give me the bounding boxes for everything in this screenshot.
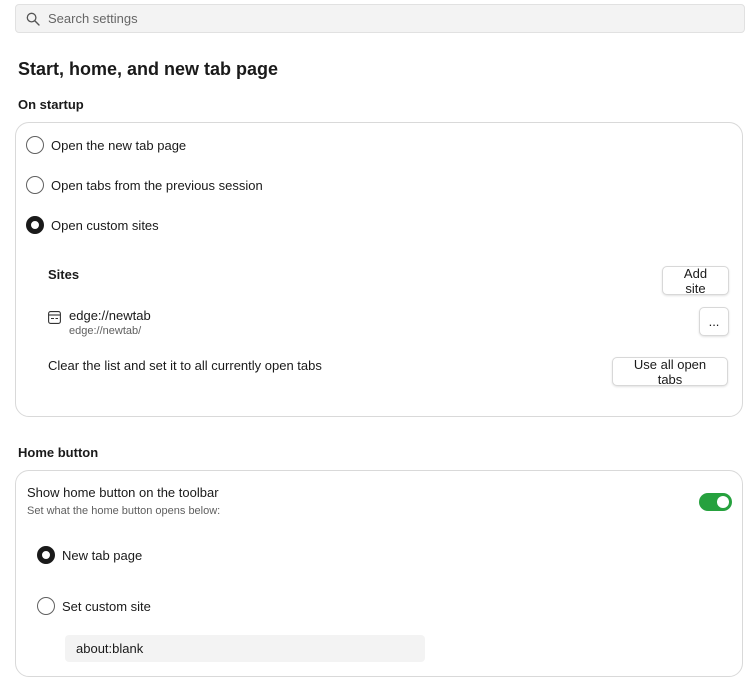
show-home-button-sublabel: Set what the home button opens below: [27,505,221,517]
radio-label: Set custom site [62,598,151,614]
site-title: edge://newtab [69,308,151,323]
on-startup-heading: On startup [18,97,84,112]
radio-label: Open custom sites [51,217,159,233]
page-title: Start, home, and new tab page [18,59,279,79]
radio-open-custom-sites[interactable]: Open custom sites [26,216,159,234]
site-url: edge://newtab/ [69,325,142,337]
radio-button[interactable] [37,597,55,615]
site-more-button[interactable]: ... [699,307,729,336]
use-all-open-tabs-button[interactable]: Use all open tabs [612,357,728,387]
add-site-button[interactable]: Add site [662,266,729,296]
radio-open-new-tab[interactable]: Open the new tab page [26,136,186,154]
home-button-heading: Home button [18,445,99,460]
page-icon [48,311,61,324]
show-home-button-label: Show home button on the toolbar [27,485,219,500]
radio-label: Open tabs from the previous session [51,177,263,193]
show-home-button-toggle[interactable] [699,493,732,511]
radio-home-custom-site[interactable]: Set custom site [37,597,151,615]
radio-button-checked[interactable] [26,216,44,234]
radio-label: Open the new tab page [51,137,187,153]
toggle-knob [717,496,729,508]
search-box[interactable] [15,4,745,33]
custom-site-input[interactable] [65,635,425,662]
radio-button[interactable] [26,136,44,154]
radio-label: New tab page [62,547,143,563]
clear-list-text: Clear the list and set it to all current… [48,358,322,373]
search-input[interactable] [48,11,698,26]
radio-open-previous-session[interactable]: Open tabs from the previous session [26,176,263,194]
radio-home-new-tab-page[interactable]: New tab page [37,546,142,564]
search-icon [26,12,40,26]
radio-button-checked[interactable] [37,546,55,564]
radio-button[interactable] [26,176,44,194]
sites-heading: Sites [48,267,80,282]
